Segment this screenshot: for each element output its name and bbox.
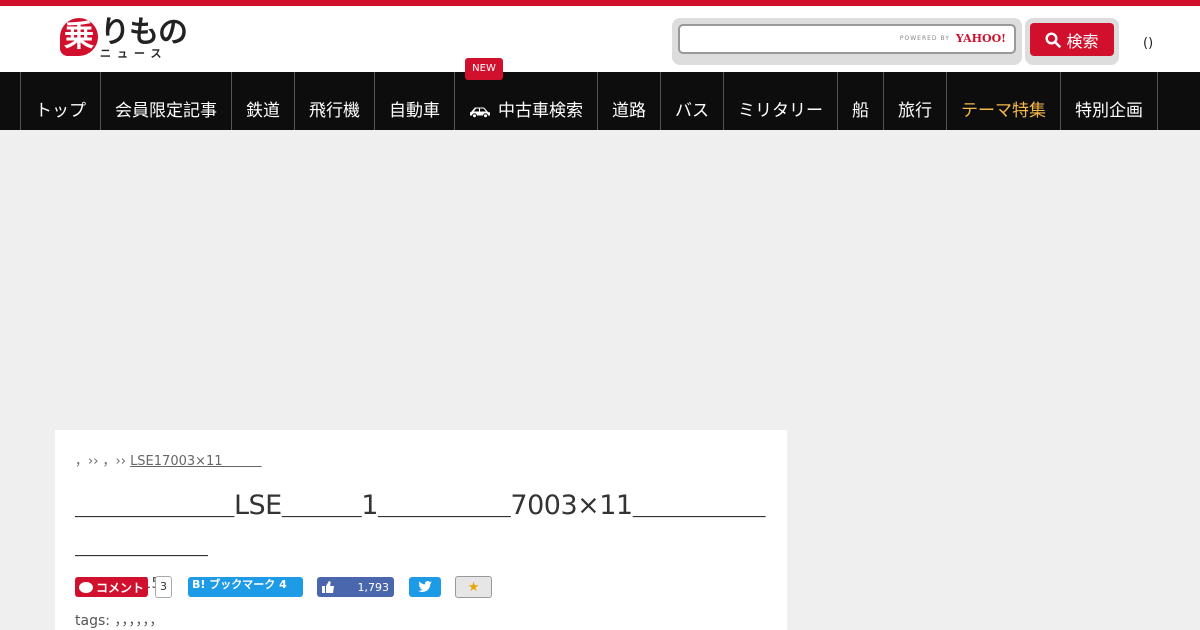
nav-item-8[interactable]: ミリタリー [724, 72, 838, 130]
nav-item-label: 船 [852, 101, 869, 121]
breadcrumb-current[interactable]: LSE17003×11＿＿＿ [130, 454, 262, 469]
nav-item-10[interactable]: 旅行 [884, 72, 947, 130]
star-icon: ★ [467, 579, 480, 595]
header-misc: () [1143, 36, 1154, 51]
comment-label: コメント [96, 580, 145, 595]
search-button-wrap: 検索 [1025, 18, 1119, 65]
nav-item-label: バス [675, 101, 709, 121]
comment-count: 3 [155, 576, 173, 598]
nav-item-11[interactable]: テーマ特集 [947, 72, 1061, 130]
twitter-button[interactable] [409, 577, 442, 597]
nav-item-label: 道路 [612, 101, 646, 121]
nav-item-4[interactable]: 自動車 [375, 72, 455, 130]
nav-item-label: 旅行 [898, 101, 932, 121]
nav-item-0[interactable]: トップ [21, 72, 101, 130]
site-logo[interactable]: 乗 りもの ニュース [60, 15, 188, 62]
nav-item-label: トップ [35, 101, 86, 121]
yahoo-logo: YAHOO! [955, 32, 1006, 45]
breadcrumb: ，›› ，›› LSE17003×11＿＿＿ [75, 450, 767, 469]
new-badge: NEW [465, 58, 503, 80]
nav-item-5[interactable]: 中古車検索 [455, 72, 598, 130]
article-tags: tags: ，，，，，， [75, 613, 164, 629]
powered-by-label: POWERED BY [899, 35, 950, 42]
nav-item-12[interactable]: 特別企画 [1061, 72, 1158, 130]
search-button-label: 検索 [1066, 31, 1099, 51]
thumbs-up-icon [322, 581, 335, 593]
nav-item-label: ミリタリー [738, 101, 823, 121]
comment-icon [79, 581, 93, 593]
nav-item-label: 鉄道 [246, 101, 280, 121]
nav-item-3[interactable]: 飛行機 [295, 72, 375, 130]
search-box: POWERED BY YAHOO! [672, 18, 1022, 65]
search-input[interactable] [680, 26, 900, 52]
nav-item-6[interactable]: 道路 [598, 72, 661, 130]
article-card: ，›› ，›› LSE17003×11＿＿＿ ＿＿＿＿＿＿LSE＿＿＿1＿＿＿＿… [55, 430, 787, 630]
nav-item-label: 特別企画 [1075, 101, 1143, 121]
hatena-bookmark-button[interactable]: B! ブックマーク 4 [188, 577, 304, 597]
powered-by-yahoo: POWERED BY YAHOO! [900, 32, 1006, 45]
article-title: ＿＿＿＿＿＿LSE＿＿＿1＿＿＿＿＿7003×11＿＿＿＿＿＿＿＿＿＿ [75, 490, 766, 560]
nav-item-label: 中古車検索 [498, 101, 583, 121]
nav-item-7[interactable]: バス [661, 72, 724, 130]
search-button[interactable]: 検索 [1030, 23, 1114, 56]
nav-item-label: 飛行機 [309, 101, 360, 121]
nav-item-label: 自動車 [389, 101, 440, 121]
comment-button[interactable]: コメント [75, 577, 149, 597]
share-row: コメント 3 B! ブックマーク 4 1,793 ★ [75, 576, 493, 598]
logo-mark: 乗 [60, 18, 98, 56]
global-nav: トップ 会員限定記事 鉄道 飛行機 自動車 中古車検索 道路 バス ミリタリー 船 旅行 テーマ特集 特… [0, 72, 1200, 130]
nav-item-1[interactable]: 会員限定記事 [101, 72, 232, 130]
logo-text-bottom: ニュース [100, 47, 168, 60]
site-header: 乗 りもの ニュース POWERED BY YAHOO! 検索 () [0, 6, 1200, 72]
nav-item-label: テーマ特集 [961, 101, 1046, 121]
car-icon [470, 107, 490, 118]
logo-text-top: りもの [100, 15, 188, 50]
search-icon [1045, 31, 1062, 48]
nav-item-label: 会員限定記事 [115, 101, 217, 121]
breadcrumb-prefix: ，›› ，›› [75, 454, 131, 469]
facebook-count: 1,793 [357, 580, 390, 594]
favorite-star-button[interactable]: ★ [455, 576, 493, 598]
nav-item-9[interactable]: 船 [838, 72, 884, 130]
twitter-icon [418, 581, 433, 592]
facebook-like-button[interactable]: 1,793 [317, 577, 395, 597]
nav-item-2[interactable]: 鉄道 [232, 72, 295, 130]
